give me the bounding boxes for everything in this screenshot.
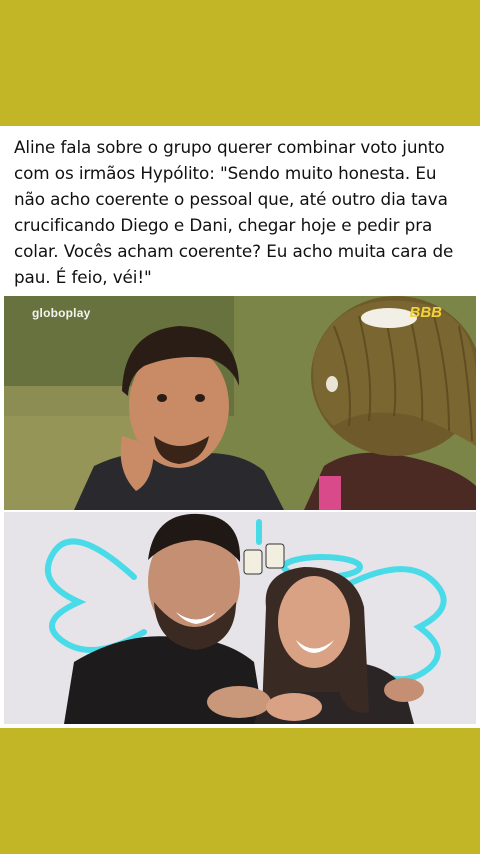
broadcast-photo: globoplay BBB [4, 296, 476, 510]
post-caption: Aline fala sobre o grupo querer combinar… [14, 137, 454, 287]
post-card: Aline fala sobre o grupo querer combinar… [0, 126, 480, 728]
couple-scene-illustration [4, 512, 476, 724]
couple-photo [4, 512, 476, 724]
broadcast-scene-illustration [4, 296, 476, 510]
bbb-logo: BBB [409, 304, 443, 321]
globoplay-watermark: globoplay [32, 306, 91, 320]
